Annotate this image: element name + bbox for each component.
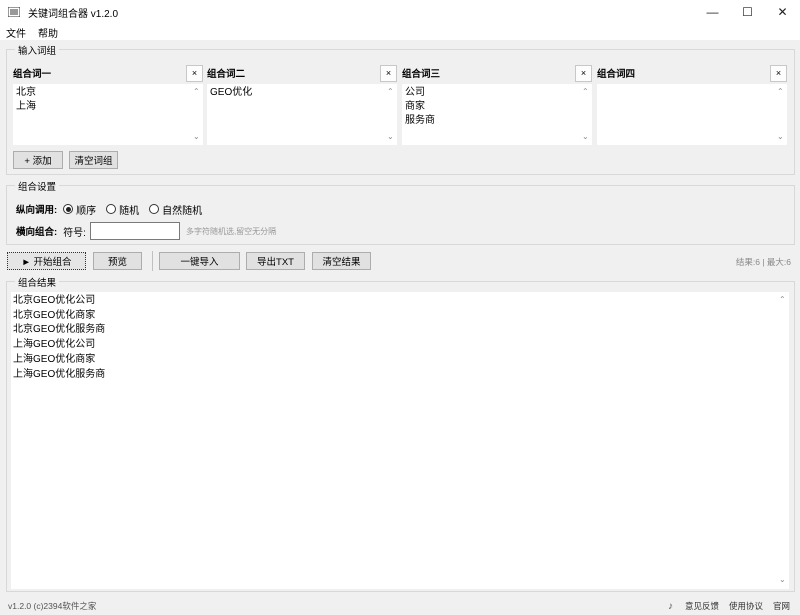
terms-link[interactable]: 使用协议 [729,600,763,612]
feedback-link[interactable]: 意见反馈 [685,600,719,612]
result-line: 北京GEO优化服务商 [13,324,106,336]
results-group-title: 组合结果 [15,275,60,289]
horizontal-row: 横向组合: 符号: 多字符随机选,留空无分隔 [16,222,276,240]
app-logo-icon [8,6,20,18]
symbol-hint: 多字符随机选,留空无分隔 [185,226,277,236]
settings-group-title: 组合设置 [15,179,60,193]
clear-phrases-button[interactable]: 清空词组 [69,151,118,169]
phrase-line: GEO优化 [210,87,253,98]
scroll-up-icon: ⌃ [193,87,200,96]
column-label: 组合词四 [597,69,636,80]
scroll-up-icon: ⌃ [582,87,589,96]
scroll-up-icon: ⌃ [779,295,786,304]
vertical-row: 纵向调用: 顺序 随机 自然随机 [16,202,212,217]
column-label: 组合词一 [13,69,52,80]
radio-sequential[interactable]: 顺序 [63,202,96,217]
import-button[interactable]: 一键导入 [159,252,240,270]
status-bar: v1.2.0 (c)2394软件之家 ♪ 意见反馈 使用协议 官网 [0,597,800,615]
result-line: 上海GEO优化服务商 [13,368,106,380]
phrase-line: 服务商 [405,115,435,126]
radio-natural-random[interactable]: 自然随机 [149,202,202,217]
input-group-title: 输入词组 [15,43,60,57]
menu-bar: 文件 帮助 [0,24,800,40]
results-textarea[interactable]: 北京GEO优化公司 北京GEO优化商家 北京GEO优化服务商 上海GEO优化公司 上海G… [11,292,789,589]
toolbar-separator [152,251,153,271]
phrase-scrollbar[interactable]: ⌃ ⌄ [580,84,592,145]
start-combine-button[interactable]: ► 开始组合 [7,252,86,270]
scroll-up-icon: ⌃ [777,87,784,96]
scroll-down-icon: ⌄ [193,132,200,141]
window-title: 关键词组合器 v1.2.0 [28,8,119,20]
menu-file[interactable]: 文件 [6,25,26,40]
column-label: 组合词二 [207,69,246,80]
phrase-column-1: 组合词一 × [13,63,203,83]
scroll-down-icon: ⌄ [777,132,784,141]
phrase-textarea-3[interactable]: 公司 商家 服务商 ⌃ ⌄ [402,84,592,145]
phrase-scrollbar[interactable]: ⌃ ⌄ [191,84,203,145]
scroll-down-icon: ⌄ [779,575,786,585]
close-button[interactable]: ✕ [765,0,800,24]
phrase-line: 上海 [16,101,36,112]
result-line: 北京GEO优化公司 [13,295,96,306]
horizontal-label: 横向组合: [16,227,58,238]
preview-button[interactable]: 预览 [93,252,142,270]
scroll-up-icon: ⌃ [387,87,394,96]
column-close-button[interactable]: × [380,64,397,82]
phrase-scrollbar[interactable]: ⌃ ⌄ [775,84,787,145]
result-line: 上海GEO优化商家 [13,353,96,365]
version-text: v1.2.0 (c)2394软件之家 [8,601,97,611]
scroll-down-icon: ⌄ [387,132,394,141]
minimize-button[interactable]: — [695,0,730,24]
scroll-down-icon: ⌄ [582,132,589,141]
menu-help[interactable]: 帮助 [38,25,58,40]
website-link[interactable]: 官网 [773,600,790,612]
symbol-label: 符号: [63,227,86,239]
vertical-label: 纵向调用: [16,205,58,216]
results-scrollbar[interactable]: ⌃ ⌄ [777,292,789,589]
phrase-column-3: 组合词三 × [402,63,592,83]
phrase-textarea-1[interactable]: 北京 上海 ⌃ ⌄ [13,84,203,145]
column-label: 组合词三 [402,69,441,80]
add-button[interactable]: + 添加 [13,151,63,169]
phrase-textarea-2[interactable]: GEO优化 ⌃ ⌄ [207,84,397,145]
feedback-icon[interactable]: ♪ [668,601,673,612]
maximize-button[interactable]: ☐ [730,0,765,24]
title-bar: 关键词组合器 v1.2.0 — ☐ ✕ [0,0,800,24]
column-close-button[interactable]: × [186,64,203,82]
column-close-button[interactable]: × [575,64,592,82]
phrase-textarea-4[interactable]: ⌃ ⌄ [597,84,787,145]
column-close-button[interactable]: × [770,64,787,82]
radio-random[interactable]: 随机 [106,202,139,217]
phrase-column-4: 组合词四 × [597,63,787,83]
phrase-line: 商家 [405,101,425,112]
phrase-line: 北京 [16,87,36,98]
phrase-column-2: 组合词二 × [207,63,397,83]
result-stats: 结果:6 | 最大:6 [735,257,791,267]
result-line: 北京GEO优化商家 [13,309,96,321]
result-line: 上海GEO优化公司 [13,339,96,351]
clear-results-button[interactable]: 清空结果 [312,252,371,270]
symbol-input[interactable] [89,222,180,240]
export-txt-button[interactable]: 导出TXT [246,252,305,270]
phrase-scrollbar[interactable]: ⌃ ⌄ [385,84,397,145]
phrase-line: 公司 [405,87,425,98]
